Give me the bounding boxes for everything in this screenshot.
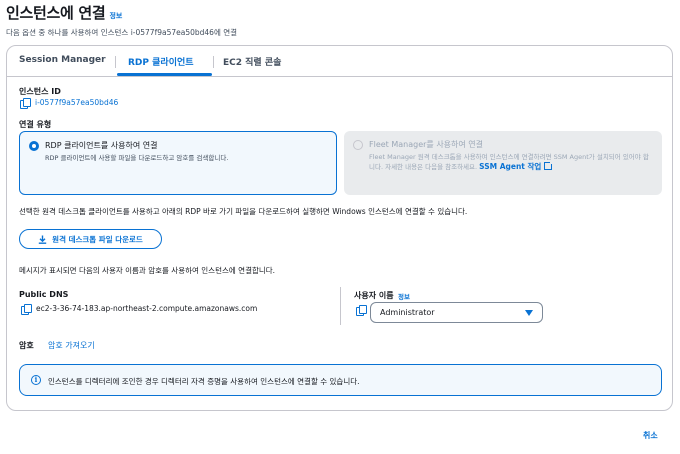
tab-session-manager[interactable]: Session Manager xyxy=(19,55,106,65)
caret-down-icon xyxy=(525,310,533,316)
option-title: RDP 클라이언트를 사용하여 연결 xyxy=(45,141,158,150)
get-password-link[interactable]: 암호 가져오기 xyxy=(48,340,95,351)
username-info-link[interactable]: 정보 xyxy=(398,291,410,301)
column-divider xyxy=(340,287,341,325)
public-dns-label: Public DNS xyxy=(19,290,69,299)
active-tab-indicator xyxy=(117,73,212,76)
tab-bar: Session Manager RDP 클라이언트 EC2 직렬 콘솔 xyxy=(7,46,672,77)
tab-ec2-serial-console[interactable]: EC2 직렬 콘솔 xyxy=(223,55,281,68)
instance-id-label: 인스턴스 ID xyxy=(19,87,61,96)
radio-disabled-icon xyxy=(353,140,363,150)
public-dns-value: ec2-3-36-74-183.ap-northeast-2.compute.a… xyxy=(36,304,258,313)
credentials-prompt: 메시지가 표시되면 다음의 사용자 이름과 암호를 사용하여 인스턴스에 연결합… xyxy=(19,266,276,275)
info-link[interactable]: 정보 xyxy=(109,11,122,21)
download-button-label: 원격 데스크톱 파일 다운로드 xyxy=(52,234,143,244)
download-rdp-file-button[interactable]: 원격 데스크톱 파일 다운로드 xyxy=(19,229,162,249)
username-label: 사용자 이름 xyxy=(354,291,394,300)
info-icon: i xyxy=(31,375,41,385)
ssm-agent-link[interactable]: SSM Agent 작업 xyxy=(479,162,541,171)
copy-icon[interactable] xyxy=(356,305,367,316)
connection-type-label: 연결 유형 xyxy=(19,120,52,129)
instance-id-link[interactable]: i-0577f9a57ea50bd46 xyxy=(35,98,118,107)
page-subtitle: 다음 옵션 중 하나를 사용하여 인스턴스 i-0577f9a57ea50bd4… xyxy=(6,28,238,37)
option-description: Fleet Manager 원격 데스크톱을 사용하여 인스턴스에 연결하려면 … xyxy=(369,153,649,171)
connect-panel: Session Manager RDP 클라이언트 EC2 직렬 콘솔 인스턴스… xyxy=(6,45,673,411)
option-description: RDP 클라이언트에 사용할 파일을 다운로드하고 암호를 검색합니다. xyxy=(45,154,229,162)
tab-divider xyxy=(115,56,116,68)
page-header: 인스턴스에 연결 정보 다음 옵션 중 하나를 사용하여 인스턴스 i-0577… xyxy=(6,2,237,38)
option-title: Fleet Manager를 사용하여 연결 xyxy=(369,140,484,149)
copy-icon[interactable] xyxy=(21,304,32,315)
rdp-instructions: 선택한 원격 데스크톱 클라이언트를 사용하고 아래의 RDP 바로 가기 파일… xyxy=(19,207,468,216)
username-selected-value: Administrator xyxy=(380,308,435,317)
cancel-button[interactable]: 취소 xyxy=(643,430,658,441)
username-select[interactable]: Administrator xyxy=(370,302,543,323)
download-icon xyxy=(38,235,47,244)
info-alert: i 인스턴스를 디렉터리에 조인한 경우 디렉터리 자격 증명을 사용하여 인스… xyxy=(19,364,662,396)
tab-rdp-client[interactable]: RDP 클라이언트 xyxy=(128,55,194,68)
page-title: 인스턴스에 연결 xyxy=(6,4,106,22)
option-rdp-client[interactable]: RDP 클라이언트를 사용하여 연결 RDP 클라이언트에 사용할 파일을 다운… xyxy=(19,131,337,195)
alert-text: 인스턴스를 디렉터리에 조인한 경우 디렉터리 자격 증명을 사용하여 인스턴스… xyxy=(48,377,360,386)
tab-divider xyxy=(213,56,214,68)
option-fleet-manager: Fleet Manager를 사용하여 연결 Fleet Manager 원격 … xyxy=(344,131,662,195)
password-label: 암호 xyxy=(19,341,34,350)
radio-selected-icon[interactable] xyxy=(29,141,39,151)
external-link-icon xyxy=(544,160,555,170)
copy-icon[interactable] xyxy=(20,98,31,109)
